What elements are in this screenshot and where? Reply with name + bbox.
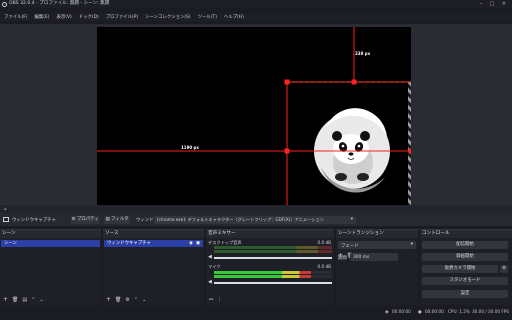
transitions-dock-title: シーントランジション: [336, 230, 418, 238]
scene-transitions-dock: シーントランジション フェード ▾ + 🗑 ⋮ 期間 300 ms: [336, 229, 418, 305]
sources-dock-title: ソース: [103, 230, 204, 238]
move-down-icon[interactable]: ⌄: [142, 297, 146, 303]
gear-icon: ⚙: [71, 216, 76, 222]
menu-tools[interactable]: ツール(T): [198, 14, 217, 20]
cpu-usage: CPU: 1.2%: [448, 309, 470, 314]
menu-scene-collection[interactable]: シーンコレクション(S): [145, 14, 191, 20]
selected-source-name: ウィンドウキャプチャ: [12, 217, 56, 223]
menu-bar: ファイル(F) 編集(E) 表示(V) ドック(D) プロファイル(P) シーン…: [0, 13, 512, 21]
source-item[interactable]: ウィンドウキャプチャ ◉ ▣: [104, 240, 203, 247]
move-up-icon[interactable]: ⌃: [31, 297, 35, 303]
close-icon[interactable]: ✕: [499, 0, 509, 8]
speaker-icon[interactable]: ◀: [208, 279, 212, 285]
more-icon[interactable]: ⋮: [217, 297, 222, 303]
mixer-dock-title: 音声ミキサー: [206, 230, 334, 238]
window-capture-icon: [3, 217, 9, 222]
move-up-icon[interactable]: ⌃: [134, 297, 138, 303]
move-down-icon[interactable]: ⌄: [39, 297, 43, 303]
filter-icon: ▤: [105, 216, 110, 222]
menu-dock[interactable]: ドック(D): [79, 14, 99, 20]
mixer-channel-db: 0.0 dB: [317, 264, 331, 269]
start-virtual-camera-button[interactable]: 仮想カメラ開始: [422, 265, 498, 273]
status-bar: ◉ 00:00:00 ● 00:00:00 CPU: 1.2% 30.00 / …: [0, 305, 512, 320]
title-bar: OBS 32.0.4 - プロファイル: 無題 - シーン: 無題 – □ ✕: [0, 0, 512, 8]
distance-label-left: 1190 px: [181, 145, 199, 150]
menu-profile[interactable]: プロファイル(P): [106, 14, 138, 20]
trash-icon[interactable]: 🗑: [12, 297, 18, 303]
transition-select[interactable]: フェード ▾: [338, 241, 416, 249]
maximize-icon[interactable]: □: [487, 0, 497, 8]
volume-meter: [214, 250, 332, 253]
window-title: OBS 32.0.4 - プロファイル: 無題 - シーン: 無題: [9, 1, 110, 6]
mixer-channel-name: マイク: [208, 264, 221, 269]
scene-item[interactable]: シーン: [1, 240, 100, 247]
capture-hatch-strip: [408, 82, 411, 205]
mixer-channel-db: 0.0 dB: [317, 240, 331, 245]
source-label: ウィンドウキャプチャ: [107, 241, 151, 246]
distance-label-top: 238 px: [355, 51, 371, 56]
settings-button[interactable]: 設定: [422, 290, 508, 298]
start-recording-button[interactable]: 録画開始: [422, 253, 508, 261]
filters-button[interactable]: ▤ フィルタ: [104, 215, 130, 224]
controls-dock: コントロール 配信開始 録画開始 仮想カメラ開始 ⚙ スタジオモード 設定: [420, 229, 512, 305]
preview-canvas[interactable]: 238 px 1190 px: [97, 27, 411, 205]
eye-icon[interactable]: ◉: [189, 240, 193, 247]
filter-icon[interactable]: ▤: [22, 297, 27, 303]
add-icon[interactable]: +: [3, 296, 8, 303]
volume-slider[interactable]: [214, 257, 332, 259]
record-time: 00:00:00: [425, 309, 444, 314]
link-icon[interactable]: ⚯: [209, 297, 213, 303]
lock-icon[interactable]: ▣: [196, 240, 200, 247]
speaker-icon[interactable]: ◀: [208, 254, 212, 260]
obs-logo-icon: [2, 1, 7, 7]
preview-status-row: ▴: [0, 205, 512, 213]
record-icon: ●: [418, 309, 422, 314]
menu-file[interactable]: ファイル(F): [4, 14, 28, 20]
start-streaming-button[interactable]: 配信開始: [422, 241, 508, 249]
stream-icon: ◉: [385, 309, 389, 314]
properties-button[interactable]: ⚙ プロパティ: [71, 215, 99, 224]
source-toolbar: ウィンドウキャプチャ ⚙ プロパティ ▤ フィルタ ウィンドウ [chrome.…: [0, 213, 512, 226]
scenes-dock: シーン シーン + 🗑 ▤ ⌃ ⌄: [0, 229, 101, 305]
add-icon[interactable]: +: [106, 296, 111, 303]
menu-help[interactable]: ヘルプ(H): [224, 14, 244, 20]
volume-meter: [214, 275, 332, 278]
gear-icon: ⚙: [502, 266, 506, 271]
minimize-icon[interactable]: –: [476, 0, 486, 8]
studio-mode-button[interactable]: スタジオモード: [422, 277, 508, 285]
duration-label: 期間: [338, 256, 347, 261]
controls-dock-title: コントロール: [420, 230, 512, 238]
stream-time: 00:00:00: [392, 309, 411, 314]
virtual-camera-settings-button[interactable]: ⚙: [500, 265, 508, 273]
scenes-dock-title: シーン: [0, 230, 101, 238]
audio-mixer-dock: 音声ミキサー デスクトップ音声 0.0 dB ◀ マイク 0.0 dB ◀ ⚯ …: [206, 229, 334, 305]
chevron-down-icon: ▾: [410, 242, 413, 247]
window-select[interactable]: [chrome.exe]: デフォルトキャラクター（グレートフリップ：GDF(X…: [154, 215, 356, 224]
volume-slider[interactable]: [214, 282, 332, 284]
fps-readout: 30.00 / 30.00 FPS: [472, 309, 509, 314]
gear-icon[interactable]: ⚙: [125, 297, 129, 303]
menu-edit[interactable]: 編集(E): [35, 14, 50, 20]
volume-meter: [214, 271, 332, 274]
volume-meter: [214, 246, 332, 249]
duration-input[interactable]: 300 ms: [350, 253, 398, 261]
sources-dock: ソース ウィンドウキャプチャ ◉ ▣ + 🗑 ⚙ ⌃ ⌄: [103, 229, 204, 305]
chevron-down-icon: ▾: [350, 216, 353, 222]
lock-icon[interactable]: ▴: [4, 206, 7, 212]
trash-icon[interactable]: 🗑: [115, 297, 121, 303]
panda-image: [314, 108, 390, 193]
menu-view[interactable]: 表示(V): [57, 14, 72, 20]
